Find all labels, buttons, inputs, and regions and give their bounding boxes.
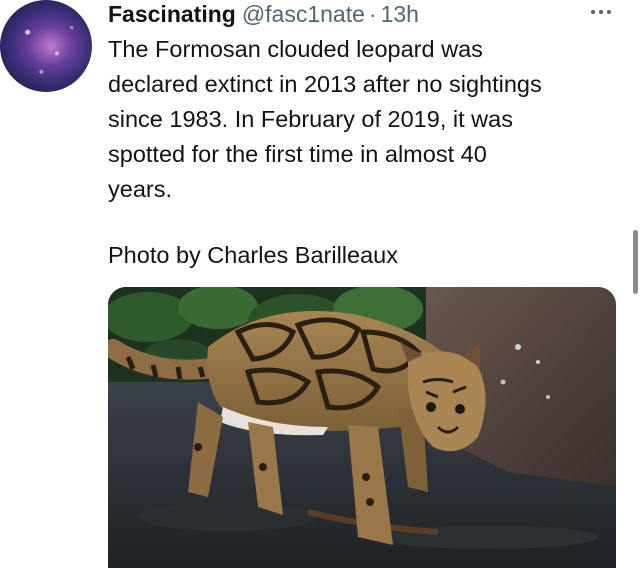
author-name[interactable]: Fascinating [108,0,236,28]
tweet-photo[interactable] [108,287,616,568]
tweet-text: The Formosan clouded leopard was declare… [108,36,542,202]
more-dot [599,10,603,14]
photo-credit: Photo by Charles Barilleaux [108,242,398,268]
timestamp[interactable]: 13h [381,0,419,28]
header-separator: · [368,1,377,27]
scrollbar-thumb[interactable] [633,230,638,294]
more-options-icon[interactable] [586,6,616,18]
author-handle[interactable]: @fasc1nate [242,0,365,28]
avatar[interactable] [0,0,92,92]
more-dot [607,10,611,14]
more-dot [591,10,595,14]
tweet-header: Fascinating @fasc1nate · 13h [108,0,419,28]
leopard-photo [108,287,616,568]
